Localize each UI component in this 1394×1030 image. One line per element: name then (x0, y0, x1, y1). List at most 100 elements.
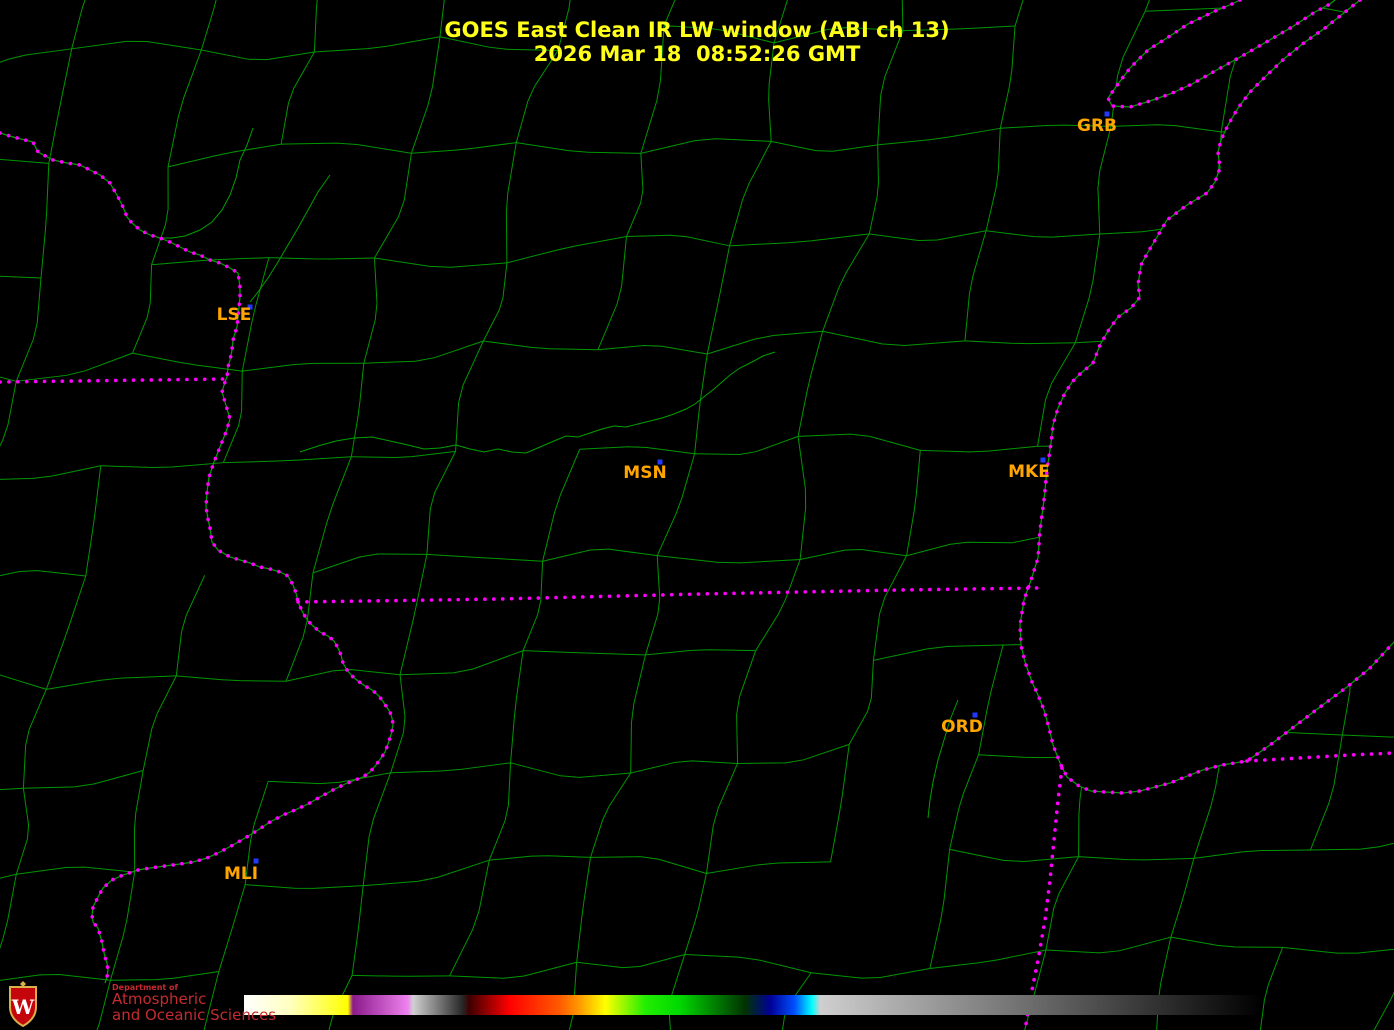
county-border-line (964, 230, 987, 341)
county-border-line (40, 163, 50, 279)
ir-color-scale (244, 995, 1262, 1015)
county-border-line (964, 340, 1076, 345)
station-ord: ORD (941, 712, 983, 737)
county-border-line (1373, 991, 1394, 1030)
goes-satellite-viewer: GRB LSE MSN MKE ORD MLI GOES East Clean IR LW… (0, 0, 1394, 1030)
county-border-line (523, 650, 646, 656)
station-dot-mli (253, 858, 259, 864)
county-border-line (668, 954, 686, 1030)
county-border-line (755, 559, 801, 651)
county-border-line (363, 257, 378, 364)
county-border-line (312, 553, 427, 574)
station-label-grb: GRB (1077, 116, 1117, 136)
county-border-line (15, 277, 42, 382)
county-border-line (736, 650, 757, 764)
county-border-line (363, 340, 484, 364)
county-border-line (877, 127, 1001, 146)
county-border-line (630, 760, 738, 774)
county-border-line (579, 446, 695, 455)
image-timestamp: 2026 Mar 18 08:52:26 GMT (533, 42, 861, 66)
county-border-line (223, 456, 352, 464)
county-border-line (23, 770, 144, 789)
county-border-line (483, 340, 598, 351)
crest-letter: W (11, 995, 35, 1019)
county-border-line (657, 555, 801, 564)
county-border-line (1074, 233, 1101, 343)
county-border-line (706, 245, 731, 355)
county-border-line (1045, 936, 1171, 954)
county-border-line (0, 381, 17, 447)
station-label-mke: MKE (1008, 462, 1050, 482)
county-border-line (0, 570, 86, 577)
county-border-line (151, 166, 169, 265)
station-mli: MLI (224, 858, 259, 884)
county-border-line (374, 257, 507, 268)
county-border-line (822, 233, 870, 332)
county-border-line (1309, 734, 1343, 851)
county-border-line (1170, 936, 1283, 948)
county-border-line (522, 561, 544, 651)
satellite-map: GRB LSE MSN MKE ORD MLI (0, 0, 1394, 1030)
county-border-line (822, 330, 965, 346)
county-border-line (176, 675, 287, 682)
county-border-line (489, 855, 591, 861)
county-border-line (109, 872, 136, 981)
county-border-line (869, 230, 987, 242)
aos-logo-text: Department of Atmospheric and Oceanic Sc… (112, 983, 276, 1024)
il-in-border (1023, 766, 1064, 1030)
county-border-line (848, 660, 874, 745)
in-mi-border (1245, 751, 1394, 763)
county-border-line (640, 138, 772, 154)
county-border-line (985, 128, 1001, 231)
county-border-line (542, 548, 658, 562)
county-border-line (449, 860, 490, 977)
county-border-line (729, 141, 772, 246)
wisconsin-river-path (299, 351, 776, 454)
county-border-line (85, 465, 102, 577)
county-border-line (868, 144, 879, 235)
county-border-line (811, 968, 930, 979)
chippewa-river-path (160, 127, 254, 239)
county-border-line (281, 142, 412, 154)
station-label-lse: LSE (217, 305, 252, 325)
county-border-line (626, 234, 730, 247)
county-border-line (729, 233, 870, 247)
image-title: GOES East Clean IR LW window (ABI ch 13) (444, 18, 950, 42)
county-border-line (1170, 858, 1195, 938)
county-border-line (1078, 856, 1194, 861)
county-border-line (830, 744, 850, 862)
county-border-line (929, 949, 1047, 970)
county-border-line (426, 451, 457, 555)
county-border-line (576, 954, 685, 969)
county-border-line (488, 762, 512, 861)
county-border-line (505, 142, 517, 263)
county-border-line (597, 345, 708, 355)
county-border-line (48, 48, 73, 164)
station-msn: MSN (623, 459, 667, 483)
county-border-line (920, 445, 1038, 453)
county-border-line (684, 873, 707, 955)
county-border-line (929, 849, 951, 969)
county-border-line (1045, 856, 1080, 951)
wi-il-border (296, 586, 1039, 604)
county-border-line (100, 462, 224, 469)
stations-layer: GRB LSE MSN MKE ORD MLI (217, 111, 1117, 884)
station-label-msn: MSN (623, 463, 666, 483)
county-border-line (167, 143, 282, 168)
county-border-line (110, 971, 219, 981)
station-label-mli: MLI (224, 864, 258, 884)
county-border-line (142, 675, 177, 771)
county-border-line (590, 772, 632, 858)
county-border-line (590, 856, 707, 875)
county-border-line (800, 548, 907, 560)
county-border-line (45, 575, 87, 690)
county-border-line (22, 689, 47, 789)
county-border-line (1110, 124, 1222, 133)
county-border-line (872, 555, 907, 661)
county-border-line (482, 262, 508, 342)
county-border-line (906, 541, 1013, 557)
county-border-line (0, 376, 17, 382)
station-lse: LSE (217, 304, 253, 325)
uw-crest-logo: W (9, 981, 37, 1028)
county-border-line (694, 353, 708, 454)
